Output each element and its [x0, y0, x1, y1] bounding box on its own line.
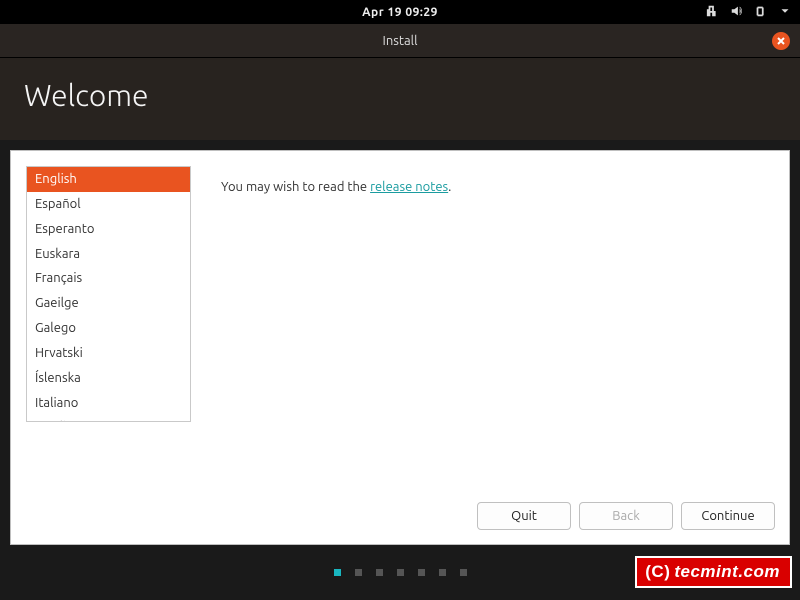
battery-icon[interactable] — [754, 4, 768, 21]
language-item[interactable]: Esperanto — [27, 217, 190, 242]
language-item[interactable]: English — [27, 167, 190, 192]
system-tray[interactable] — [706, 0, 792, 24]
close-icon — [777, 37, 785, 45]
progress-dot — [334, 569, 341, 576]
menu-arrow-icon[interactable] — [778, 4, 792, 21]
language-item[interactable]: Íslenska — [27, 366, 190, 391]
language-item[interactable]: Hrvatski — [27, 341, 190, 366]
volume-icon[interactable] — [730, 4, 744, 21]
language-item[interactable]: Gaeilge — [27, 291, 190, 316]
clock: Apr 19 09:29 — [362, 6, 438, 19]
continue-button[interactable]: Continue — [681, 502, 775, 530]
release-notes-link[interactable]: release notes — [370, 180, 448, 194]
release-notes-text: You may wish to read the release notes. — [221, 166, 451, 194]
quit-button[interactable]: Quit — [477, 502, 571, 530]
language-item[interactable]: Galego — [27, 316, 190, 341]
progress-dot — [376, 569, 383, 576]
progress-dot — [397, 569, 404, 576]
notes-suffix: . — [448, 180, 451, 194]
watermark-text: tecmint.com — [674, 562, 780, 581]
language-item[interactable]: Euskara — [27, 242, 190, 267]
notes-prefix: You may wish to read the — [221, 180, 370, 194]
content-panel: EnglishEspañolEsperantoEuskaraFrançaisGa… — [10, 150, 790, 545]
titlebar: Install — [0, 24, 800, 58]
language-list[interactable]: EnglishEspañolEsperantoEuskaraFrançaisGa… — [26, 166, 191, 422]
progress-dot — [355, 569, 362, 576]
language-item[interactable]: Français — [27, 266, 190, 291]
window-title: Install — [383, 34, 418, 48]
page-title: Welcome — [24, 78, 776, 112]
header: Welcome — [0, 58, 800, 140]
watermark: (C)tecmint.com — [635, 556, 792, 588]
language-item[interactable]: Italiano — [27, 391, 190, 416]
close-button[interactable] — [772, 32, 790, 50]
watermark-prefix: (C) — [645, 562, 670, 581]
language-item[interactable]: Kurdî — [27, 415, 190, 422]
progress-dot — [418, 569, 425, 576]
back-button: Back — [579, 502, 673, 530]
system-bar: Apr 19 09:29 — [0, 0, 800, 24]
button-row: Quit Back Continue — [477, 502, 775, 530]
progress-dot — [460, 569, 467, 576]
progress-dot — [439, 569, 446, 576]
language-item[interactable]: Español — [27, 192, 190, 217]
network-icon[interactable] — [706, 4, 720, 21]
